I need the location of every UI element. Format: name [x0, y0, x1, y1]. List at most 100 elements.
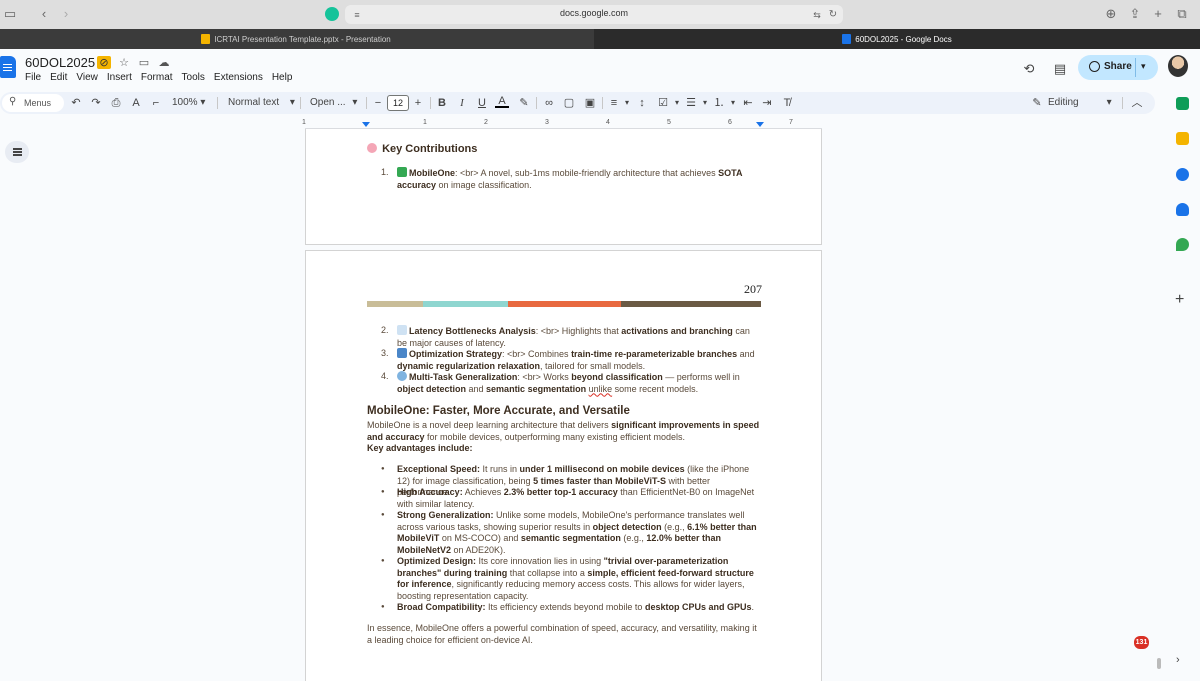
expand-panel-icon[interactable]: ›: [1176, 654, 1180, 666]
bulleted-list-icon[interactable]: ☰: [684, 95, 698, 111]
download-icon[interactable]: ⊕: [1103, 6, 1119, 22]
share-dropdown-icon[interactable]: ▾: [1141, 61, 1146, 72]
left-indent-marker[interactable]: [362, 122, 370, 127]
body-text: (e.g.,: [661, 521, 688, 532]
body-text: Its core innovation lies in using: [476, 556, 604, 566]
font-select[interactable]: Open ... ▾: [310, 95, 357, 111]
version-history-icon[interactable]: ⟲: [1019, 59, 1039, 79]
bullet-item: Strong Generalization: Unlike some model…: [381, 510, 762, 556]
menus-search[interactable]: ⚲ Menus: [2, 94, 64, 112]
menu-format[interactable]: Format: [141, 72, 173, 83]
spelling-error-text[interactable]: unlike: [589, 384, 613, 394]
new-tab-icon[interactable]: +: [1150, 6, 1166, 22]
bold-text: Multi-Task Generalization: [409, 372, 518, 382]
section-heading: MobileOne: Faster, More Accurate, and Ve…: [367, 405, 630, 417]
grammarly-icon[interactable]: [325, 7, 339, 21]
redo-icon[interactable]: ↷: [89, 95, 103, 111]
reload-icon[interactable]: ↻: [825, 7, 841, 23]
ruler: 1 1 2 3 4 5 6 7: [302, 119, 822, 129]
menu-extensions[interactable]: Extensions: [214, 72, 263, 83]
share-button[interactable]: Share ▾: [1078, 55, 1158, 80]
align-icon[interactable]: ≡: [607, 95, 621, 111]
text-color-icon[interactable]: A: [495, 95, 509, 108]
menu-edit[interactable]: Edit: [50, 72, 67, 83]
menu-tools[interactable]: Tools: [182, 72, 205, 83]
star-icon[interactable]: ☆: [117, 56, 131, 69]
body-text: : <br> Combines: [502, 349, 572, 359]
hide-menus-icon[interactable]: ︿: [1130, 95, 1144, 111]
paint-format-icon[interactable]: ⌐: [149, 95, 163, 111]
underline-icon[interactable]: U: [475, 95, 489, 111]
document-page[interactable]: Key Contributions 1. MobileOne: <br> A n…: [305, 129, 822, 245]
line-spacing-icon[interactable]: ↕: [635, 95, 649, 111]
body-text: on ADE20K).: [451, 544, 506, 555]
clear-formatting-icon[interactable]: T̸: [780, 95, 794, 111]
toolbar-divider: [1122, 97, 1123, 109]
sidebar-toggle-icon[interactable]: ▭: [2, 6, 18, 22]
document-outline-button[interactable]: [5, 141, 29, 163]
highlight-icon[interactable]: ✎: [517, 95, 531, 111]
intro-paragraph: MobileOne is a novel deep learning archi…: [367, 420, 762, 455]
move-folder-icon[interactable]: ▭: [137, 56, 151, 69]
comments-icon[interactable]: ▤: [1050, 59, 1070, 79]
back-icon[interactable]: ‹: [36, 6, 52, 22]
docs-logo-icon[interactable]: [0, 56, 16, 78]
numbered-dropdown-icon[interactable]: ▾: [726, 95, 740, 111]
add-comment-icon[interactable]: ▢: [562, 95, 576, 111]
increase-indent-icon[interactable]: ⇥: [760, 95, 774, 111]
increase-font-icon[interactable]: +: [411, 95, 425, 111]
forward-icon[interactable]: ›: [58, 6, 74, 22]
cloud-status-icon: ☁: [158, 57, 170, 69]
share-page-icon[interactable]: ⇪: [1127, 6, 1143, 22]
undo-icon[interactable]: ↶: [69, 95, 83, 111]
heading-text: Key Contributions: [382, 143, 478, 155]
zoom-select[interactable]: 100% ▾: [172, 95, 205, 111]
maps-icon[interactable]: [1176, 238, 1189, 251]
address-bar[interactable]: ≡ docs.google.com ⇆ ↻: [345, 5, 843, 24]
document-title[interactable]: 60DOL2025: [25, 55, 95, 70]
bold-icon[interactable]: B: [435, 95, 449, 111]
insert-image-icon[interactable]: ▣: [583, 95, 597, 111]
refresh-icon: [397, 348, 407, 358]
avatar[interactable]: [1168, 55, 1188, 77]
decrease-indent-icon[interactable]: ⇤: [741, 95, 755, 111]
link-icon[interactable]: ∞: [542, 95, 556, 111]
scrollbar[interactable]: [1157, 658, 1161, 669]
sheets-icon[interactable]: [1176, 97, 1189, 110]
bullet-item: Broad Compatibility: Its efficiency exte…: [381, 602, 762, 614]
list-item: 3. Optimization Strategy: <br> Combines …: [381, 348, 757, 372]
contacts-icon[interactable]: [1176, 203, 1189, 216]
keep-icon[interactable]: [1176, 132, 1189, 145]
italic-icon[interactable]: I: [455, 95, 469, 111]
notification-badge[interactable]: 131: [1134, 636, 1149, 649]
toolbar-divider: [430, 97, 431, 109]
extension-badge-icon[interactable]: ⊘: [97, 56, 111, 69]
editing-mode-select[interactable]: Editing ▾: [1048, 95, 1112, 111]
numbered-list-icon[interactable]: ⒈: [712, 95, 726, 111]
menu-file[interactable]: File: [25, 72, 41, 83]
menu-help[interactable]: Help: [272, 72, 293, 83]
translate-icon[interactable]: ⇆: [809, 7, 825, 23]
document-page[interactable]: 207 2. Latency Bottlenecks Analysis: <br…: [305, 250, 822, 681]
bullet-dropdown-icon[interactable]: ▾: [698, 95, 712, 111]
align-dropdown-icon[interactable]: ▾: [620, 95, 634, 111]
add-addon-icon[interactable]: +: [1175, 291, 1184, 309]
body-text: : <br> A novel, sub-1ms mobile-friendly …: [455, 168, 719, 178]
font-size-input[interactable]: 12: [387, 95, 409, 111]
checklist-icon[interactable]: ☑: [656, 95, 670, 111]
bold-text: semantic segmentation: [520, 533, 621, 543]
tasks-icon[interactable]: [1176, 168, 1189, 181]
tab-overview-icon[interactable]: ⧉: [1174, 6, 1190, 22]
spellcheck-icon[interactable]: A: [129, 95, 143, 111]
right-indent-marker[interactable]: [756, 122, 764, 127]
tab-docs[interactable]: 60DOL2025 - Google Docs: [594, 29, 1200, 49]
docs-header: 60DOL2025 ⊘ ☆ ▭ ☁ File Edit View Insert …: [0, 49, 1200, 90]
print-icon[interactable]: ⎙: [109, 95, 123, 111]
tab-presentation[interactable]: ICRTAI Presentation Template.pptx - Pres…: [0, 29, 592, 49]
menu-view[interactable]: View: [76, 72, 98, 83]
decrease-font-icon[interactable]: −: [371, 95, 385, 111]
style-select[interactable]: Normal text ▾: [228, 95, 295, 111]
menu-insert[interactable]: Insert: [107, 72, 132, 83]
checklist-dropdown-icon[interactable]: ▾: [670, 95, 684, 111]
body-text: .: [751, 602, 754, 612]
